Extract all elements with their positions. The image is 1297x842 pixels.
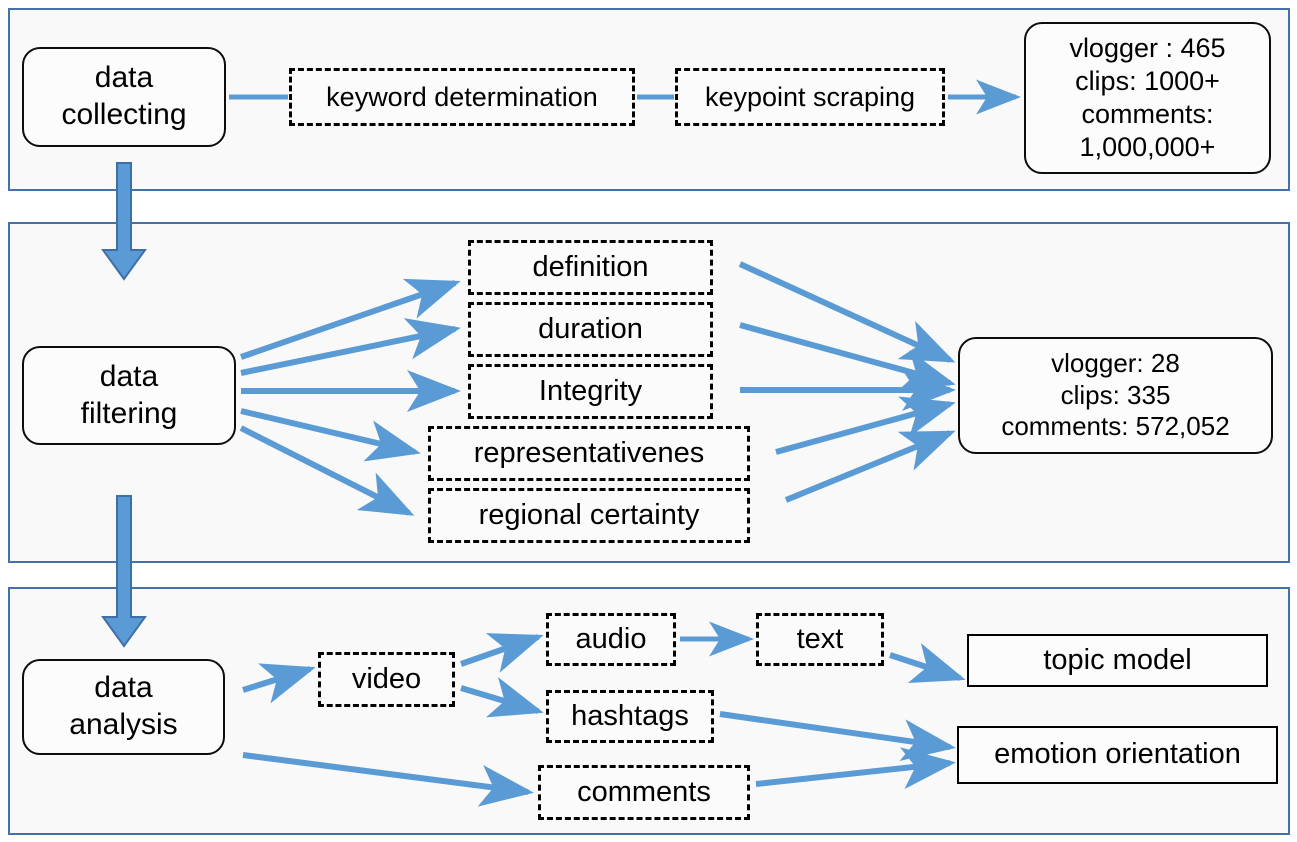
node-criterion-integrity: Integrity [468, 364, 713, 419]
node-comments: comments [538, 765, 750, 820]
node-criterion-representativenes: representativenes [428, 426, 750, 481]
node-keypoint-scraping: keypoint scraping [675, 68, 945, 126]
node-criterion-duration: duration [468, 302, 713, 357]
node-data-filtering: data filtering [22, 346, 236, 445]
node-criterion-regional-certainty: regional certainty [428, 488, 750, 543]
node-data-collecting: data collecting [22, 47, 226, 147]
node-audio: audio [546, 613, 676, 666]
node-emotion-orientation: emotion orientation [957, 726, 1278, 784]
node-filtering-result: vlogger: 28 clips: 335 comments: 572,052 [958, 337, 1273, 454]
node-criterion-definition: definition [468, 240, 713, 295]
node-text: text [756, 613, 884, 666]
node-hashtags: hashtags [546, 690, 714, 743]
diagram-canvas: data collecting keyword determination ke… [0, 0, 1297, 842]
node-data-analysis: data analysis [22, 659, 225, 755]
node-topic-model: topic model [967, 634, 1268, 687]
node-collecting-result: vlogger : 465 clips: 1000+ comments: 1,0… [1024, 22, 1271, 174]
node-keyword-determination: keyword determination [289, 68, 635, 126]
node-video: video [318, 652, 455, 707]
